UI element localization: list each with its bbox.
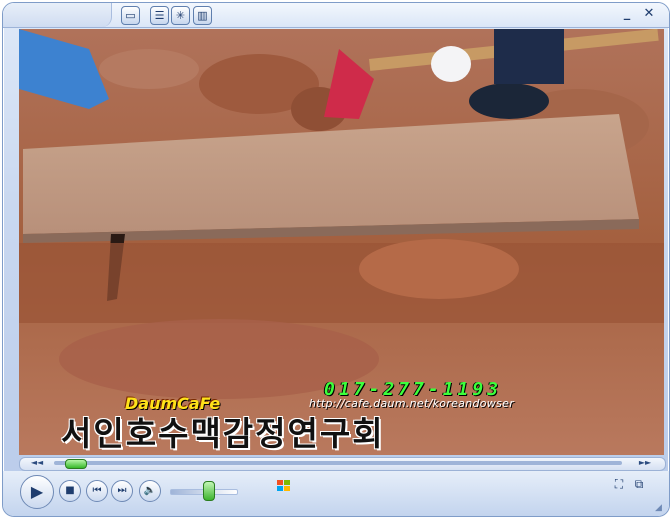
switch-to-compact-mode-icon[interactable]: ⧉: [631, 476, 647, 492]
seek-bar[interactable]: ◄◄ ►►: [19, 457, 666, 471]
video-display[interactable]: 017-277-1193 http://cafe.daum.net/korean…: [19, 29, 664, 455]
previous-button[interactable]: ⏮: [86, 480, 108, 502]
speaker-icon: 🔈: [143, 485, 157, 496]
volume-slider-thumb[interactable]: [203, 481, 216, 501]
playlist-button[interactable]: ☰: [150, 6, 169, 25]
equalizer-button[interactable]: ▥: [193, 6, 212, 25]
stop-button[interactable]: ■: [59, 480, 81, 502]
media-player-window: ▭ ☰ ✳ ▥ _ ✕ 017-277-1193 http://cafe.dau…: [2, 2, 670, 517]
seek-thumb[interactable]: [64, 459, 87, 469]
fullscreen-icon[interactable]: ⛶: [611, 476, 627, 492]
windows-logo-icon: [277, 480, 290, 491]
resize-grip-icon[interactable]: ◢: [655, 503, 665, 513]
visualization-button[interactable]: ✳: [171, 6, 190, 25]
close-button[interactable]: ✕: [641, 6, 657, 22]
overlay-korean-title: 서인호수맥감정연구회: [61, 414, 385, 453]
visualization-icon: ✳: [175, 9, 186, 22]
title-bar-tab: [3, 3, 112, 27]
seek-forward-icon[interactable]: ►►: [632, 458, 658, 468]
stop-icon: ■: [65, 485, 75, 496]
seek-track[interactable]: [54, 461, 622, 465]
next-button[interactable]: ⏭: [111, 480, 133, 502]
folder-button[interactable]: ▭: [121, 6, 140, 25]
title-bar: ▭ ☰ ✳ ▥ _ ✕: [3, 3, 669, 28]
previous-icon: ⏮: [92, 485, 102, 496]
control-bar: ▶ ■ ⏮ ⏭ 🔈 ⛶ ⧉ ◢: [3, 471, 669, 516]
folder-icon: ▭: [125, 9, 136, 22]
equalizer-icon: ▥: [197, 9, 208, 22]
play-button[interactable]: ▶: [20, 475, 54, 509]
minimize-button[interactable]: _: [619, 6, 635, 22]
seek-back-icon[interactable]: ◄◄: [24, 458, 50, 468]
list-icon: ☰: [154, 9, 165, 22]
next-icon: ⏭: [117, 485, 127, 496]
mute-button[interactable]: 🔈: [139, 480, 161, 502]
play-icon: ▶: [30, 482, 44, 501]
